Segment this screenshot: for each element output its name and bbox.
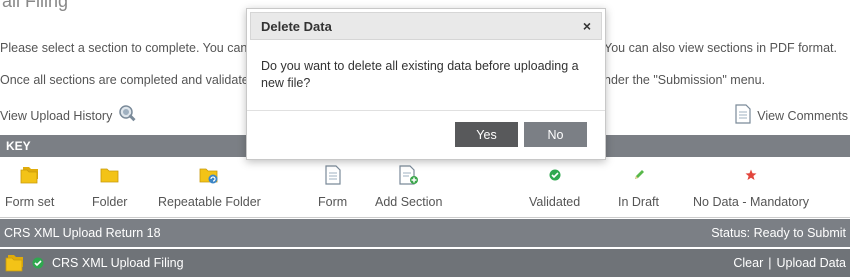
dialog-title: Delete Data (261, 18, 332, 34)
delete-data-dialog: Delete Data × Do you want to delete all … (246, 8, 606, 160)
close-icon[interactable]: × (583, 18, 591, 34)
modal-overlay: Delete Data × Do you want to delete all … (0, 0, 850, 277)
dialog-header: Delete Data × (250, 12, 602, 40)
dialog-footer: Yes No (455, 122, 587, 147)
yes-button[interactable]: Yes (455, 122, 518, 147)
no-button[interactable]: No (524, 122, 587, 147)
dialog-message: Do you want to delete all existing data … (247, 40, 605, 111)
